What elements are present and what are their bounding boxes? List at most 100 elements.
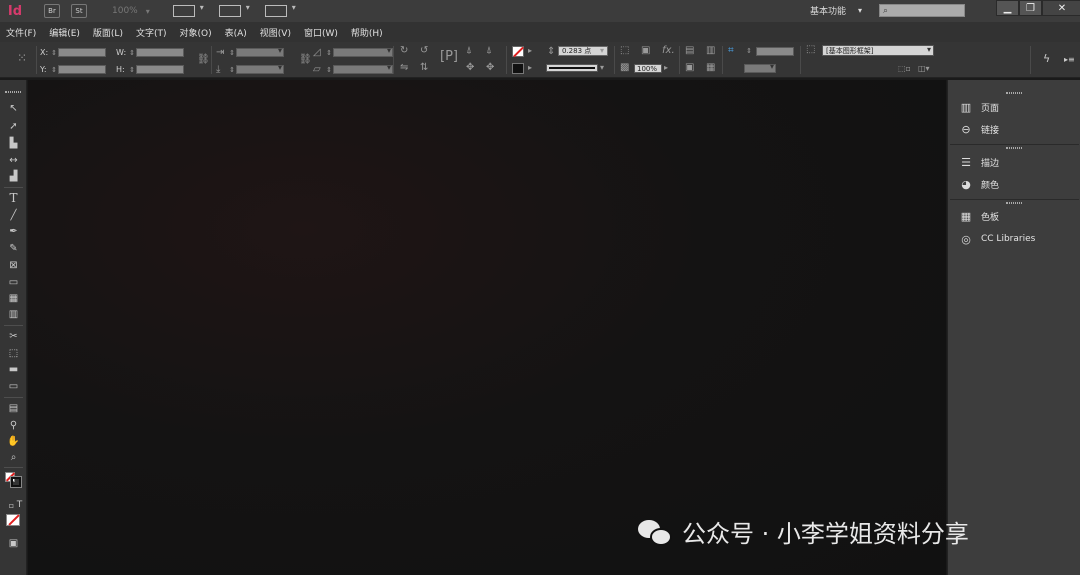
y-stepper[interactable]: ⇕ [50, 66, 58, 74]
note-tool-icon[interactable]: ▤ [5, 401, 22, 415]
panel-links[interactable]: ⊖ 链接 [958, 121, 999, 137]
scale-y-stepper[interactable]: ⇕ [228, 66, 236, 74]
text-wrap-icon[interactable]: ▤ [685, 45, 694, 57]
stroke-dropdown-icon[interactable]: ▸ [528, 62, 532, 74]
shear-stepper[interactable]: ⇕ [325, 66, 333, 74]
panel-pages[interactable]: ▥ 页面 [958, 99, 999, 115]
x-field[interactable] [58, 48, 106, 57]
flip-horizontal-icon[interactable]: ⇋ [400, 62, 408, 74]
opacity-field[interactable]: 100% [634, 64, 662, 73]
menu-object[interactable]: 对象(O) [180, 26, 212, 39]
effects-icon[interactable]: fx. [662, 45, 675, 57]
scissors-tool-icon[interactable]: ✂ [5, 329, 22, 343]
fitting-stepper[interactable]: ⇕ [745, 47, 753, 55]
shear-dropdown[interactable] [333, 63, 393, 74]
fitting-dropdown[interactable] [744, 62, 776, 73]
workspace-switcher[interactable]: 基本功能 ▾ [810, 4, 862, 17]
pen-tool-icon[interactable]: ✒ [5, 224, 22, 238]
minimize-button[interactable]: ▁ [996, 0, 1019, 16]
panel-cc-libraries[interactable]: ◎ CC Libraries [958, 231, 1035, 247]
grid-tool-icon[interactable]: ▥ [5, 307, 22, 321]
apply-none-icon[interactable] [6, 514, 20, 526]
panel-group-grip[interactable] [1006, 92, 1022, 94]
restore-button[interactable]: ❐ [1019, 0, 1042, 16]
scale-y-dropdown[interactable] [236, 63, 284, 74]
menu-type[interactable]: 文字(T) [136, 26, 167, 39]
wrap-shape-icon[interactable]: ▣ [685, 62, 694, 74]
jump-object-icon[interactable]: ▦ [706, 62, 715, 74]
rotate-cw-icon[interactable]: ↻ [400, 45, 408, 57]
rectangle-frame-tool-icon[interactable]: ⊠ [5, 258, 22, 272]
opacity-dropdown-icon[interactable]: ▸ [664, 62, 668, 74]
search-input[interactable]: ⌕ [879, 4, 965, 17]
width-field[interactable] [136, 48, 184, 57]
toolbox-grip[interactable] [5, 91, 21, 93]
rotate-stepper[interactable]: ⇕ [325, 49, 333, 57]
scale-x-dropdown[interactable] [236, 46, 284, 57]
selection-tool-icon[interactable]: ↖ [5, 101, 22, 115]
wrap-around-icon[interactable]: ▥ [706, 45, 715, 57]
clear-overrides-icon[interactable]: ⬚▫ [898, 63, 911, 75]
stroke-swatch[interactable] [512, 63, 524, 74]
bridge-button[interactable]: Br [44, 4, 60, 18]
menu-edit[interactable]: 编辑(E) [49, 26, 80, 39]
panel-swatches[interactable]: ▦ 色板 [958, 208, 999, 224]
fill-swatch[interactable] [512, 46, 524, 58]
height-field[interactable] [136, 65, 184, 74]
screen-mode-icon[interactable]: ▣ [5, 536, 22, 550]
menu-table[interactable]: 表(A) [225, 26, 247, 39]
fitting-field[interactable] [756, 47, 794, 56]
object-style-dropdown[interactable]: [基本图形框架] [822, 45, 934, 56]
select-container-icon[interactable]: ⍋ [466, 45, 472, 57]
y-field[interactable] [58, 65, 106, 74]
stroke-color-swatch[interactable] [10, 476, 22, 488]
h-stepper[interactable]: ⇕ [128, 66, 136, 74]
stock-button[interactable]: St [71, 4, 87, 18]
screen-mode-icon[interactable] [218, 3, 250, 17]
x-stepper[interactable]: ⇕ [50, 49, 58, 57]
zoom-tool-icon[interactable]: ⌕ [5, 450, 22, 464]
fill-dropdown-icon[interactable]: ▸ [528, 45, 532, 57]
free-transform-tool-icon[interactable]: ⬚ [5, 346, 22, 360]
constrain-proportions-icon[interactable]: ⛓ [197, 54, 210, 66]
w-stepper[interactable]: ⇕ [128, 49, 136, 57]
menu-file[interactable]: 文件(F) [6, 26, 36, 39]
line-tool-icon[interactable]: ╱ [5, 208, 22, 222]
pencil-tool-icon[interactable]: ✎ [5, 241, 22, 255]
zoom-level[interactable]: 100% ▾ [112, 6, 150, 16]
page-tool-icon[interactable]: ▙ [5, 136, 22, 150]
menu-window[interactable]: 窗口(W) [304, 26, 338, 39]
panel-menu-icon[interactable]: ▸≡ [1064, 54, 1075, 66]
flip-vertical-icon[interactable]: ⇅ [420, 62, 428, 74]
drop-shadow-icon[interactable]: ▣ [641, 45, 650, 57]
chevron-down-icon[interactable]: ▾ [600, 62, 604, 74]
reference-point-icon[interactable]: ⁙ [17, 52, 27, 64]
panel-color[interactable]: ◕ 颜色 [958, 176, 999, 192]
frame-corner-icon[interactable]: ⬚ [620, 45, 629, 57]
panel-stroke[interactable]: ☰ 描边 [958, 154, 999, 170]
menu-layout[interactable]: 版面(L) [93, 26, 123, 39]
content-collector-icon[interactable]: ▟ [5, 169, 22, 183]
path-direction-icon[interactable]: [P] [440, 50, 458, 63]
stroke-type-dropdown[interactable] [546, 64, 598, 72]
table-tool-icon[interactable]: ▦ [5, 291, 22, 305]
rectangle-tool-icon[interactable]: ▭ [5, 275, 22, 289]
formatting-affects-text-icon[interactable]: T [11, 498, 28, 512]
select-previous-icon[interactable]: ⍋ [486, 45, 492, 57]
direct-selection-tool-icon[interactable]: ➚ [5, 119, 22, 133]
type-tool-icon[interactable]: T [5, 191, 22, 205]
fitting-icon[interactable]: ⌗ [728, 45, 734, 57]
rotate-ccw-icon[interactable]: ↺ [420, 45, 428, 57]
gradient-feather-tool-icon[interactable]: ▭ [5, 379, 22, 393]
hand-tool-icon[interactable]: ✋ [5, 434, 22, 448]
panel-group-grip[interactable] [1006, 147, 1022, 149]
link-scale-icon[interactable]: ⛓ [299, 54, 312, 66]
close-button[interactable]: ✕ [1042, 0, 1080, 16]
gradient-swatch-tool-icon[interactable]: ▬ [5, 362, 22, 376]
arrange-documents-icon[interactable] [264, 3, 296, 17]
eyedropper-tool-icon[interactable]: ⚲ [5, 418, 22, 432]
chevron-down-icon[interactable]: ▾ [600, 45, 604, 57]
style-options-icon[interactable]: ◫▾ [918, 63, 930, 75]
view-options-icon[interactable] [172, 3, 204, 17]
menu-help[interactable]: 帮助(H) [351, 26, 383, 39]
